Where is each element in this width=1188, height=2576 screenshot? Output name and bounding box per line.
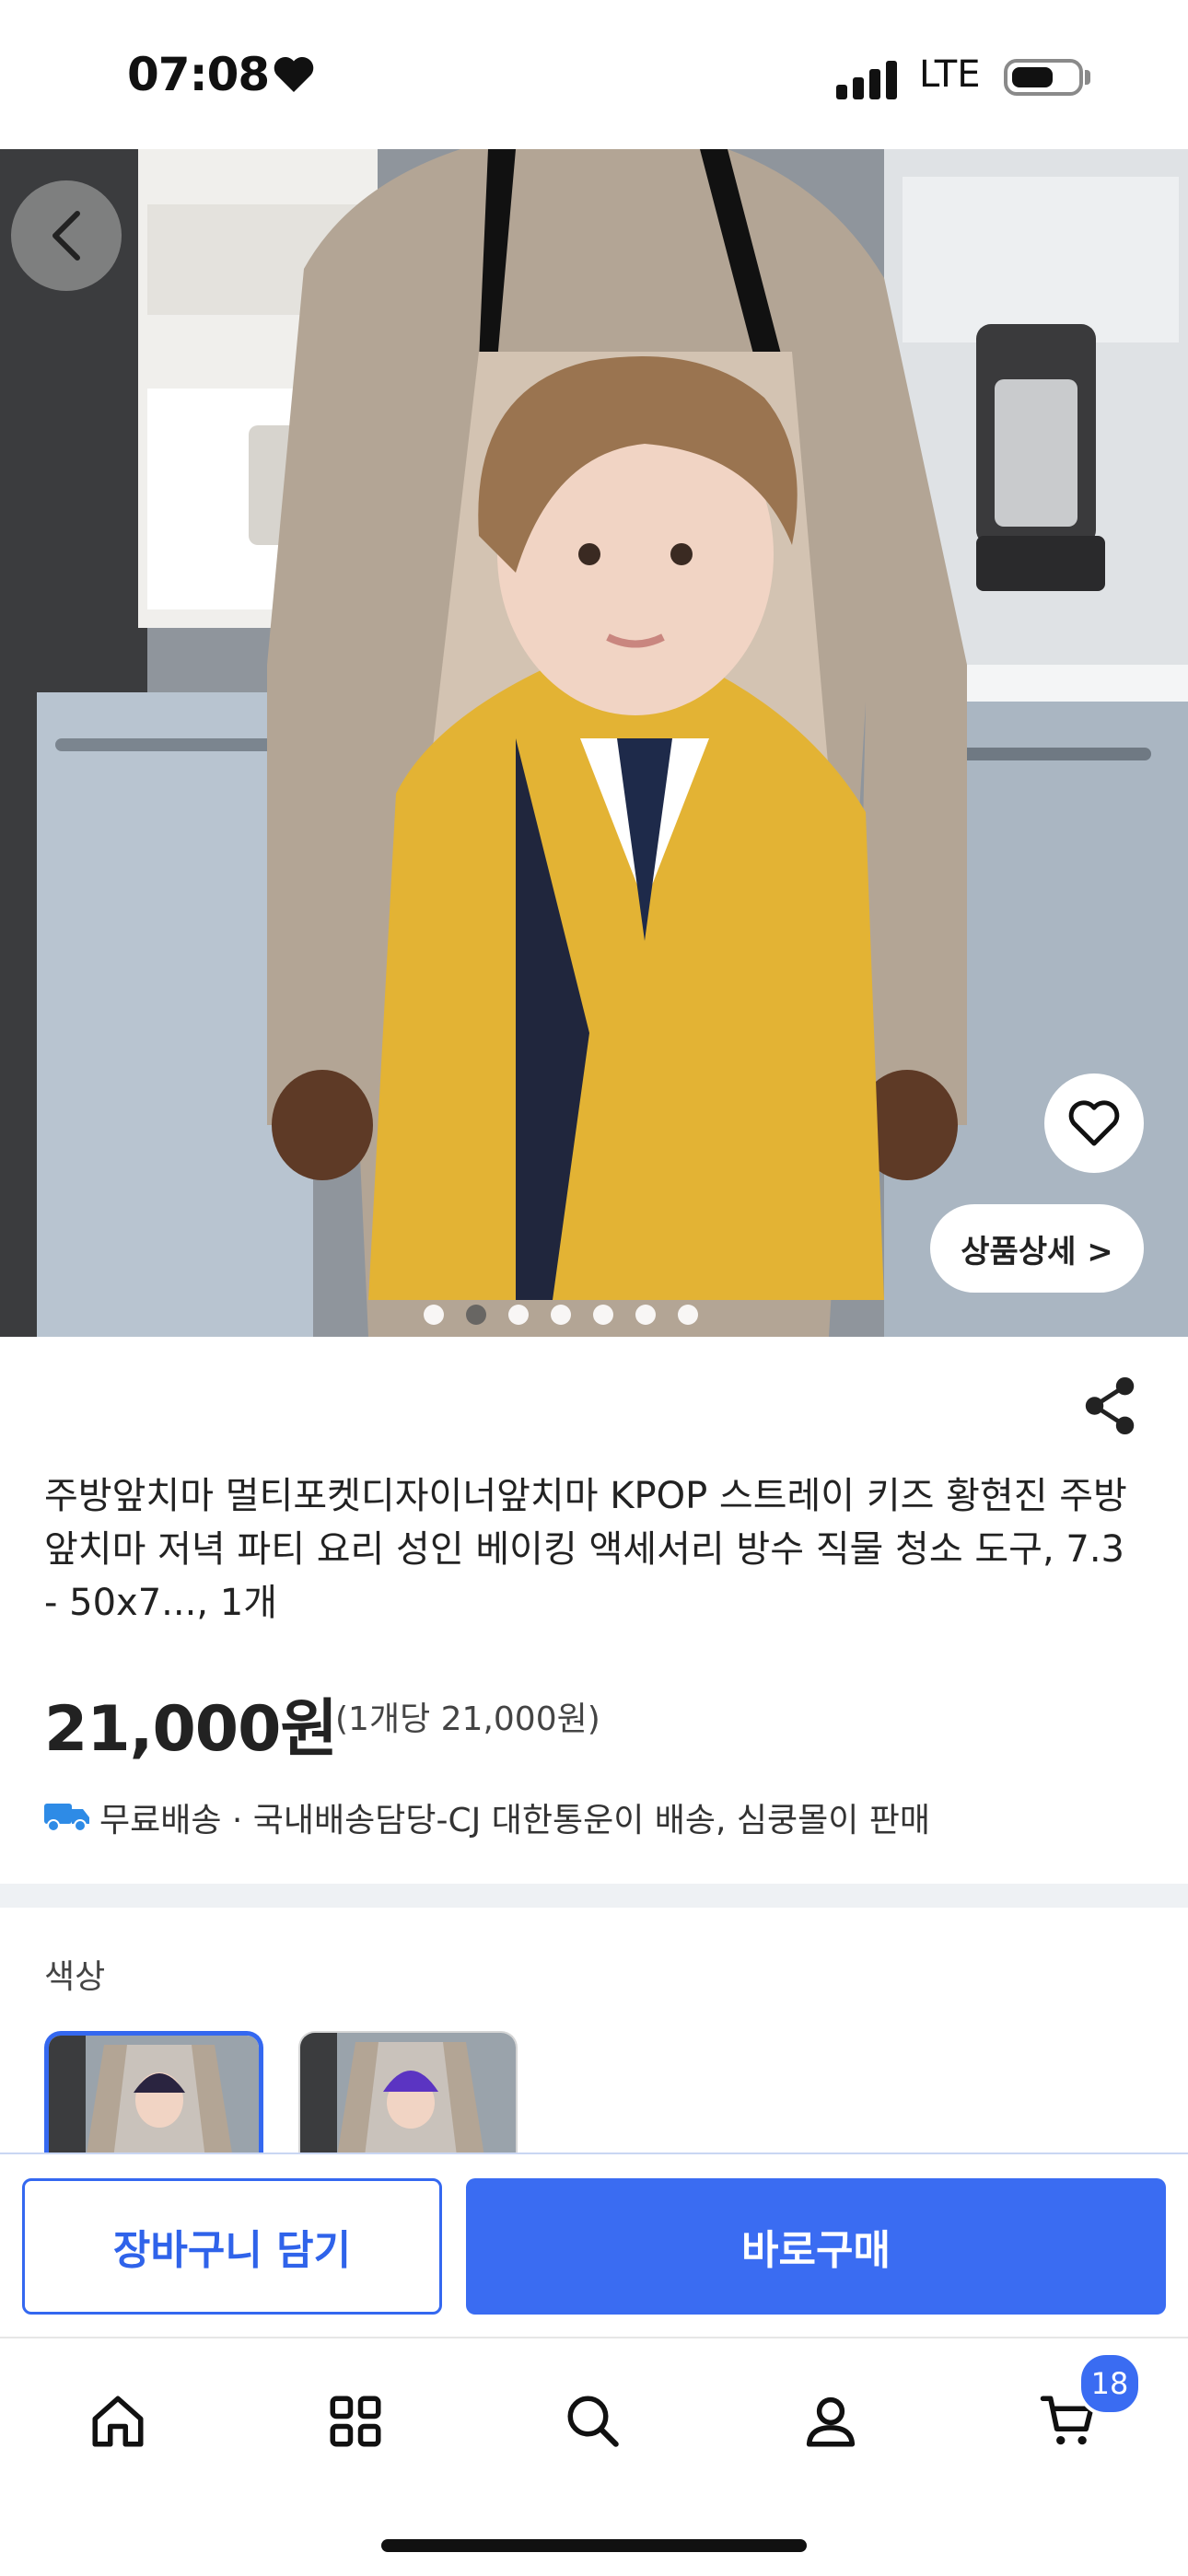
color-swatch[interactable] bbox=[44, 2031, 263, 2154]
pagination-dot bbox=[593, 1305, 613, 1325]
product-photo-illustration bbox=[0, 149, 1188, 1337]
product-price: 21,000원 bbox=[44, 1693, 338, 1766]
pagination-dot bbox=[508, 1305, 529, 1325]
home-icon bbox=[92, 2396, 144, 2447]
pagination-dot bbox=[466, 1305, 486, 1325]
tab-categories[interactable] bbox=[309, 2375, 402, 2467]
unit-price: (1개당 21,000원) bbox=[335, 1700, 600, 1738]
battery-icon bbox=[1004, 59, 1083, 96]
pagination-dot bbox=[678, 1305, 698, 1325]
section-divider bbox=[0, 1884, 1188, 1908]
home-indicator bbox=[381, 2539, 807, 2552]
share-icon[interactable] bbox=[1083, 1375, 1138, 1436]
product-detail-button[interactable]: 상품상세 > bbox=[930, 1204, 1144, 1293]
profile-icon bbox=[806, 2396, 856, 2447]
tab-home[interactable] bbox=[72, 2375, 164, 2467]
heart-status-icon bbox=[274, 56, 314, 92]
color-swatch[interactable] bbox=[298, 2031, 518, 2154]
tab-search[interactable] bbox=[547, 2375, 639, 2467]
categories-icon bbox=[330, 2396, 381, 2447]
swatch-thumbnail bbox=[300, 2033, 516, 2154]
swatch-thumbnail bbox=[49, 2036, 259, 2154]
cart-badge: 18 bbox=[1077, 2351, 1142, 2416]
signal-icon bbox=[836, 59, 901, 99]
color-option-label: 색상 bbox=[44, 1958, 106, 1996]
heart-icon bbox=[1068, 1100, 1120, 1146]
pagination-dot bbox=[551, 1305, 571, 1325]
back-button[interactable] bbox=[11, 180, 122, 291]
shipping-info: 무료배송 · 국내배송담당-CJ 대한통운이 배송, 심쿵몰이 판매 bbox=[99, 1802, 931, 1839]
pagination-dot bbox=[635, 1305, 656, 1325]
network-label: LTE bbox=[919, 53, 981, 96]
battery-level bbox=[1012, 67, 1053, 87]
search-icon bbox=[567, 2396, 619, 2447]
wishlist-button[interactable] bbox=[1044, 1073, 1144, 1173]
status-time: 07:08 bbox=[127, 48, 270, 101]
buy-now-button[interactable]: 바로구매 bbox=[466, 2178, 1166, 2315]
add-to-cart-button[interactable]: 장바구니 담기 bbox=[22, 2178, 442, 2315]
product-image[interactable] bbox=[0, 149, 1188, 1337]
pagination-dot bbox=[424, 1305, 444, 1325]
truck-icon bbox=[44, 1804, 89, 1832]
image-pagination bbox=[424, 1304, 764, 1326]
tab-profile[interactable] bbox=[785, 2375, 877, 2467]
back-icon bbox=[52, 211, 80, 261]
battery-tip bbox=[1085, 70, 1090, 85]
product-title: 주방앞치마 멀티포켓디자이너앞치마 KPOP 스트레이 키즈 황현진 주방 앞치… bbox=[44, 1475, 1127, 1624]
